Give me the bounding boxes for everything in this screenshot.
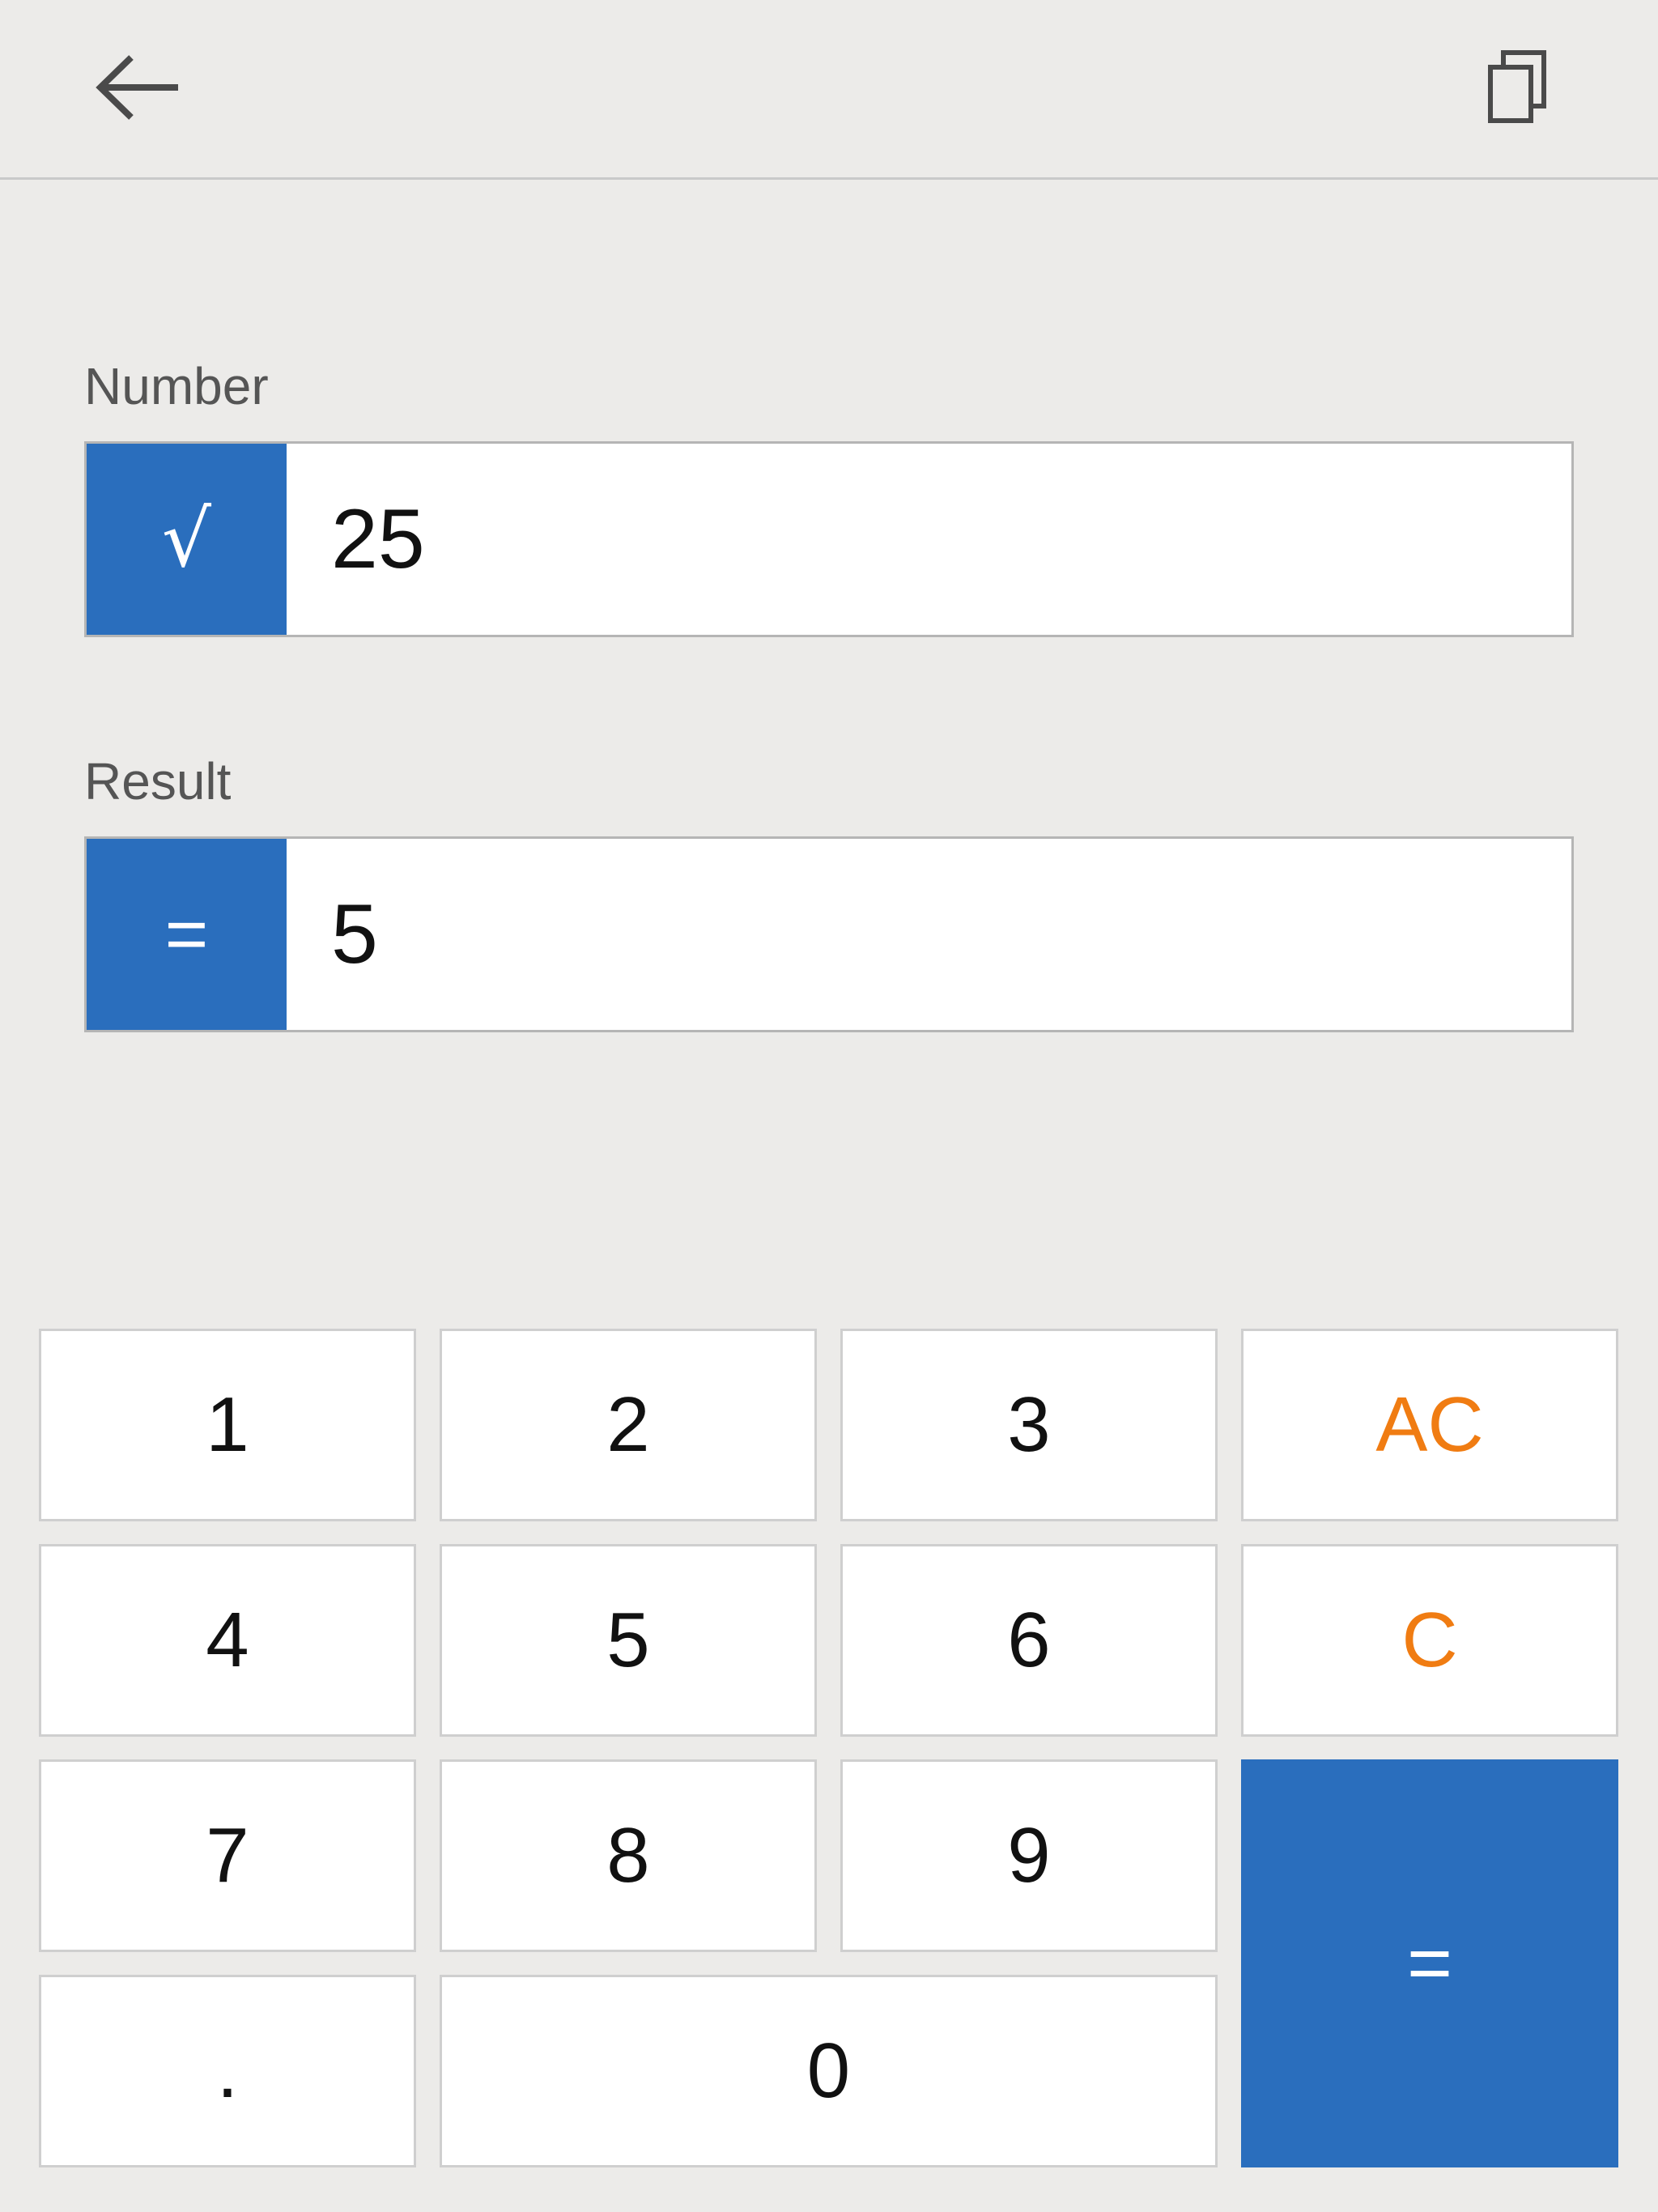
- number-label: Number: [84, 357, 269, 415]
- key-4[interactable]: 4: [39, 1544, 416, 1737]
- result-value: 5: [331, 887, 378, 981]
- key-3[interactable]: 3: [840, 1329, 1218, 1521]
- equals-button[interactable]: =: [1241, 1759, 1618, 2167]
- copy-icon: [1486, 49, 1550, 130]
- square-root-operator: √: [87, 444, 287, 635]
- key-decimal[interactable]: .: [39, 1975, 416, 2167]
- number-input-value[interactable]: 25: [331, 444, 425, 635]
- equals-operator: =: [87, 839, 287, 1030]
- number-field[interactable]: √ 25: [84, 441, 1574, 637]
- result-label: Result: [84, 752, 232, 810]
- all-clear-button[interactable]: AC: [1241, 1329, 1618, 1521]
- key-7[interactable]: 7: [39, 1759, 416, 1952]
- result-field: = 5: [84, 836, 1574, 1032]
- top-app-bar: [0, 0, 1658, 180]
- back-button[interactable]: [81, 40, 194, 138]
- key-0[interactable]: 0: [440, 1975, 1218, 2167]
- copy-button[interactable]: [1465, 45, 1571, 134]
- key-9[interactable]: 9: [840, 1759, 1218, 1952]
- key-1[interactable]: 1: [39, 1329, 416, 1521]
- key-8[interactable]: 8: [440, 1759, 817, 1952]
- clear-button[interactable]: C: [1241, 1544, 1618, 1737]
- arrow-left-icon: [92, 51, 183, 128]
- key-2[interactable]: 2: [440, 1329, 817, 1521]
- key-6[interactable]: 6: [840, 1544, 1218, 1737]
- key-5[interactable]: 5: [440, 1544, 817, 1737]
